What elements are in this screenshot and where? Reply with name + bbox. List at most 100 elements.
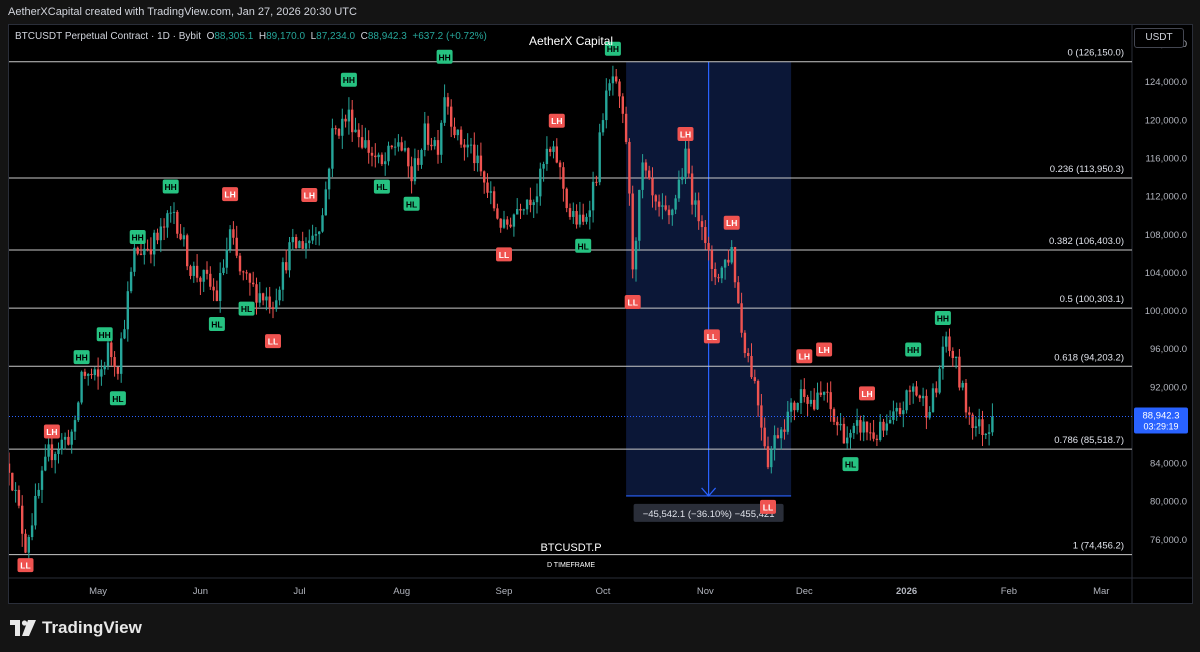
candle-body [499, 218, 502, 228]
candle-body [463, 144, 466, 148]
candle-body [615, 76, 618, 82]
candle-body [756, 380, 760, 406]
candle-body [776, 435, 780, 439]
tradingview-logo-text: TradingView [42, 618, 142, 637]
swing-label-text: LL [268, 337, 278, 347]
candle-body [964, 382, 968, 413]
y-tick-label: 96,000.0 [1150, 344, 1187, 355]
candle-body [529, 199, 532, 206]
candle-body [816, 392, 819, 410]
brand-title: AetherX Capital [529, 34, 614, 48]
candle-body [57, 449, 60, 454]
candle-body [733, 246, 737, 283]
candle-body [882, 421, 885, 431]
candle-body [258, 293, 261, 303]
candle-body [681, 176, 684, 180]
candle-body [403, 148, 407, 151]
candle-body [545, 148, 549, 164]
swing-label-text: HH [937, 314, 949, 324]
candle-body [476, 155, 479, 164]
candle-body [905, 390, 908, 411]
candle-body [803, 389, 806, 397]
candle-body [215, 290, 219, 301]
candle-body [146, 248, 149, 250]
candle-body [11, 472, 14, 491]
candle-body [806, 396, 809, 404]
candle-body [780, 429, 783, 439]
candle-body [644, 162, 648, 171]
candle-body [555, 146, 558, 163]
header-caption: AetherXCapital created with TradingView.… [8, 6, 357, 18]
candle-body [245, 272, 248, 274]
candle-body [182, 235, 186, 240]
candle-body [232, 229, 235, 238]
candle-body [450, 106, 453, 127]
close-label: C [360, 31, 368, 42]
candle-body [156, 232, 159, 241]
candle-body [918, 395, 921, 399]
candle-body [44, 456, 47, 471]
tradingview-logo[interactable]: TradingView [10, 618, 142, 638]
swing-label-text: HH [99, 330, 111, 340]
candle-body [700, 221, 704, 228]
candle-body [799, 389, 803, 404]
y-tick-label: 108,000.0 [1145, 230, 1187, 241]
fib-level-label: 0.382 (106,403.0) [1049, 236, 1124, 247]
candle-body [47, 444, 50, 457]
candle-body [311, 235, 314, 241]
candle-body [199, 277, 202, 282]
candle-body [360, 137, 364, 148]
swing-label-text: LH [46, 427, 57, 437]
candle-body [407, 148, 410, 167]
candle-body [324, 189, 327, 216]
tradingview-logo-icon [10, 620, 36, 636]
candle-body [542, 163, 545, 169]
candle-body [469, 144, 473, 146]
candle-body [846, 437, 849, 444]
candle-body [304, 243, 308, 249]
candle-body [334, 128, 337, 130]
chart-frame[interactable]: −45,542.1 (−36.10%) −455,421 0 (126,150.0… [8, 24, 1193, 604]
candle-body [690, 173, 694, 205]
y-tick-label: 76,000.0 [1150, 535, 1187, 546]
swing-label-text: HL [376, 182, 387, 192]
candle-body [9, 463, 11, 473]
candle-body [862, 421, 865, 433]
candle-body [436, 140, 440, 155]
candle-body [740, 303, 743, 333]
candle-body [641, 162, 644, 190]
candle-body [288, 242, 291, 271]
candle-body [344, 118, 347, 122]
candle-body [255, 284, 258, 303]
candle-body [73, 420, 77, 432]
candle-body [684, 148, 687, 177]
candle-body [532, 202, 535, 206]
candle-body [631, 193, 634, 270]
candle-body [281, 262, 285, 290]
candle-body [228, 229, 232, 250]
y-tick-label: 120,000.0 [1145, 115, 1187, 126]
candle-body [60, 439, 63, 450]
candle-body [519, 209, 522, 211]
candle-body [212, 286, 215, 291]
high-label: H [258, 31, 267, 42]
candle-body [136, 247, 139, 254]
candle-body [479, 155, 483, 172]
candle-body [275, 300, 278, 310]
currency-button[interactable]: USDT [1134, 28, 1184, 48]
swing-label-text: HL [406, 199, 417, 209]
candle-body [248, 273, 252, 283]
fib-level-label: 0 (126,150.0) [1067, 48, 1124, 59]
price-chart[interactable]: −45,542.1 (−36.10%) −455,421 0 (126,150.0… [9, 25, 1192, 603]
candle-body [77, 402, 80, 421]
swing-label-text: LL [628, 298, 638, 308]
candle-body [826, 391, 829, 393]
candle-body [129, 271, 133, 292]
candle-body [958, 356, 961, 388]
candle-body [176, 211, 179, 234]
candle-body [727, 259, 730, 263]
candle-body [717, 277, 720, 279]
candle-body [40, 470, 44, 490]
candle-body [912, 386, 915, 392]
candle-body [898, 407, 902, 415]
